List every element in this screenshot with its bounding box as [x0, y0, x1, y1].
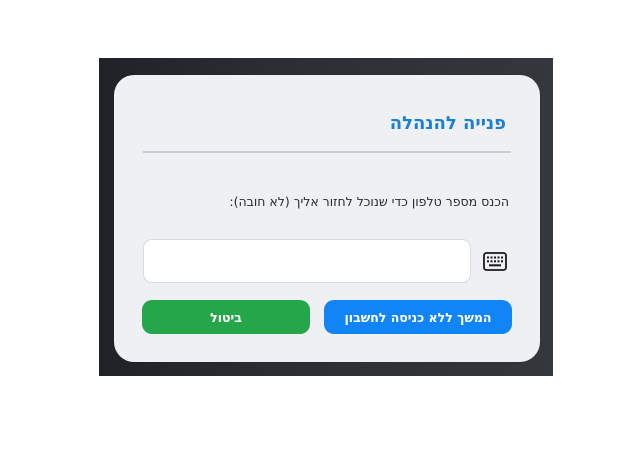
dialog-title: פנייה להנהלה: [389, 113, 506, 134]
continue-without-login-button[interactable]: המשך ללא כניסה לחשבון: [324, 300, 512, 334]
keyboard-icon[interactable]: [483, 252, 507, 271]
contact-management-dialog: פנייה להנהלה הכנס מספר טלפון כדי שנוכל ל…: [114, 75, 540, 362]
title-divider: [143, 151, 511, 153]
phone-number-input[interactable]: [143, 239, 471, 283]
phone-prompt-label: הכנס מספר טלפון כדי שנוכל לחזור אליך (לא…: [229, 194, 509, 209]
cancel-button[interactable]: ביטול: [142, 300, 310, 334]
